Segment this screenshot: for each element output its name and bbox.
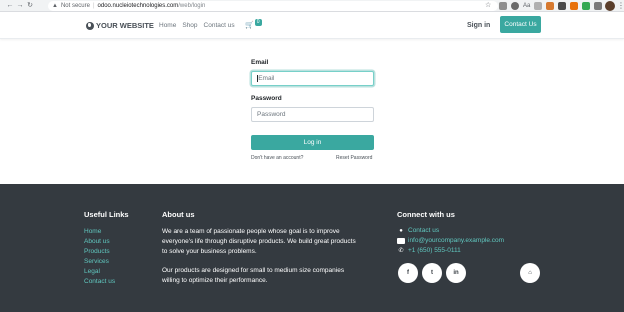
email-link[interactable]: info@yourcompany.example.com [397,237,504,244]
connect-heading: Connect with us [397,210,455,219]
signup-link[interactable]: Don't have an account? [251,155,303,161]
twitter-icon[interactable]: t [422,263,442,283]
footer-link-products[interactable]: Products [84,247,115,257]
email-field[interactable]: Email [251,71,374,86]
sign-in-link[interactable]: Sign in [467,22,490,29]
puzzle-icon[interactable] [594,2,603,10]
extension-aa[interactable]: Aa [523,2,530,10]
url-host: odoo.nucleiotechnologies.com [97,3,179,9]
profile-avatar[interactable] [605,1,615,11]
nav-home[interactable]: Home [159,22,176,29]
not-secure-label: Not secure [60,3,90,9]
cart-icon: 🛒 [245,22,254,29]
bookmark-star-icon[interactable]: ☆ [485,0,491,12]
linkedin-icon[interactable]: in [446,263,466,283]
address-bar[interactable]: ▲ Not secure | odoo.nucleiotechnologies.… [48,1,498,11]
reload-icon[interactable]: ↻ [25,0,35,12]
contact-us-button[interactable]: Contact Us [500,16,541,33]
extension-icon[interactable] [546,2,555,10]
extension-icon[interactable] [570,2,579,10]
url-path: /web/login [178,3,206,9]
extension-icon[interactable] [582,2,591,10]
email-placeholder: Email [258,75,275,82]
kebab-menu-icon[interactable]: ⋮ [617,0,624,12]
password-label: Password [251,95,282,102]
about-heading: About us [162,210,195,219]
extension-icon[interactable] [511,2,519,10]
warning-icon: ▲ [52,3,58,9]
cart-count-badge: 0 [254,19,262,26]
nav-shop[interactable]: Shop [182,22,197,29]
about-paragraph-1: We are a team of passionate people whose… [162,228,356,255]
reset-password-link[interactable]: Reset Password [336,155,372,161]
brand-logo[interactable]: YOUR WEBSITE [86,21,154,30]
chat-bubble-icon: ● [399,227,403,234]
email-label: Email [251,59,269,66]
footer-link-home[interactable]: Home [84,227,115,237]
footer-link-services[interactable]: Services [84,257,115,267]
useful-links-heading: Useful Links [84,210,129,219]
extension-icon[interactable] [558,2,567,10]
nav-contact-us[interactable]: Contact us [204,22,235,29]
about-paragraph-2: Our products are designed for small to m… [162,267,345,284]
phone-link[interactable]: ✆ +1 (650) 555-0111 [397,247,461,254]
contact-us-text: Contact us [408,227,440,234]
forward-arrow-icon[interactable]: → [15,0,25,12]
home-glyph: ⌂ [528,270,532,276]
login-button[interactable]: Log in [251,135,374,150]
cart-link[interactable]: 🛒 0 [245,19,262,29]
phone-text: +1 (650) 555-0111 [408,247,461,254]
extension-icon[interactable] [534,2,543,10]
footer-link-legal[interactable]: Legal [84,267,115,277]
footer-link-about-us[interactable]: About us [84,237,115,247]
password-field[interactable]: Password [251,107,374,122]
url-separator: | [92,3,95,9]
footer-link-contact-us[interactable]: Contact us [84,277,115,287]
phone-icon: ✆ [398,248,404,254]
envelope-icon [397,237,405,244]
globe-icon [86,21,94,30]
site-header: YOUR WEBSITE Home Shop Contact us 🛒 0 Si… [0,12,624,39]
main-nav: Home Shop Contact us [159,22,235,29]
extensions-bar: Aa [499,2,603,10]
useful-links-list: Home About us Products Services Legal Co… [84,227,115,286]
facebook-icon[interactable]: f [398,263,418,283]
password-placeholder: Password [257,111,286,118]
email-text: info@yourcompany.example.com [408,237,505,244]
extension-icon[interactable] [499,2,507,10]
home-icon[interactable]: ⌂ [520,263,540,283]
back-arrow-icon[interactable]: ← [5,0,15,12]
brand-name: YOUR WEBSITE [96,21,154,30]
contact-us-link[interactable]: ● Contact us [397,227,439,234]
